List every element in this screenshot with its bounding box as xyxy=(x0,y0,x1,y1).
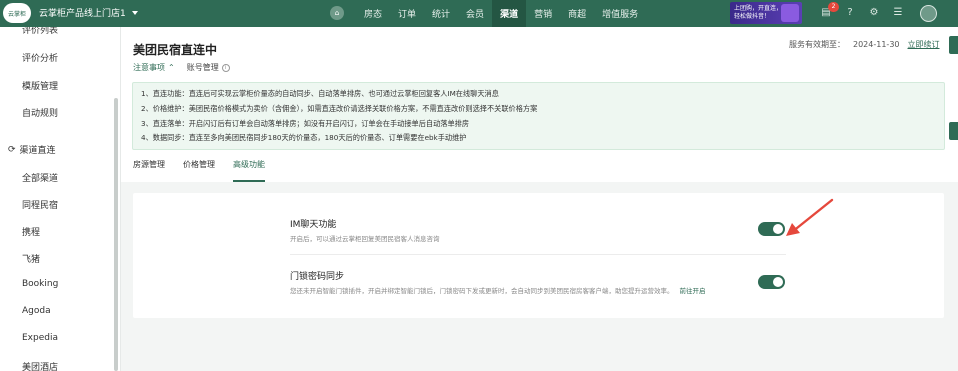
feature-desc-lock: 您还未开启智能门锁插件，开启并绑定智能门锁后，门锁密码下发或更新时，会自动同步到… xyxy=(290,287,674,295)
annotation-arrow-icon xyxy=(786,198,834,236)
tabs: 房源管理 价格管理 高级功能 xyxy=(133,159,283,182)
sidebar-item-agoda[interactable]: Agoda xyxy=(22,306,51,316)
sidebar: 评价列表 评价分析 模版管理 自动规则 ⟳ 渠道直连 全部渠道 同程民宿 携程 … xyxy=(0,27,121,371)
page-title: 美团民宿直连中 xyxy=(133,43,218,57)
promo-banner[interactable]: 上团购，开直连， 轻松做抖音！ xyxy=(730,2,802,24)
nav-item-stats[interactable]: 统计 xyxy=(424,0,458,27)
sidebar-item-auto-rules[interactable]: 自动规则 xyxy=(22,106,58,119)
sidebar-group-label: 渠道直连 xyxy=(19,146,56,156)
nav-item-members[interactable]: 会员 xyxy=(458,0,492,27)
help-icon[interactable]: ? xyxy=(844,7,856,19)
side-widget-tab[interactable] xyxy=(949,36,958,54)
sidebar-item-all-channels[interactable]: 全部渠道 xyxy=(22,171,58,184)
promo-image xyxy=(781,4,799,22)
feature-title-lock: 门锁密码同步 xyxy=(290,272,345,282)
sidebar-item-template-manage[interactable]: 模版管理 xyxy=(22,79,58,92)
side-widget-tab[interactable] xyxy=(949,122,958,140)
tab-price-manage[interactable]: 价格管理 xyxy=(183,159,215,182)
sidebar-item-booking[interactable]: Booking xyxy=(22,279,58,289)
notice-line: 4、数据同步：直连至多向美团民宿同步180天的价量态，180天后的价量态、订单需… xyxy=(141,133,467,143)
expiry-label: 服务有效期至： xyxy=(789,40,845,49)
nav-item-room-status[interactable]: 房态 xyxy=(356,0,390,27)
sub-links: 注意事项 ⌃ 账号管理 i xyxy=(133,62,230,73)
store-switcher[interactable]: 云掌柜产品线上门店1 xyxy=(39,6,138,19)
chevron-down-icon xyxy=(131,10,138,15)
notice-line: 3、直连落单：开启闪订后有订单会自动落单排房；如没有开启闪订，订单会在手动接单后… xyxy=(141,118,470,128)
gear-icon[interactable]: ⚙ xyxy=(868,7,880,19)
sidebar-item-ctrip[interactable]: 携程 xyxy=(22,225,40,238)
enable-lock-link[interactable]: 前往开启 xyxy=(680,287,706,295)
tab-advanced[interactable]: 高级功能 xyxy=(233,159,265,182)
sidebar-item-meituan-hotel[interactable]: 美团酒店 xyxy=(22,360,58,371)
store-name: 云掌柜产品线上门店1 xyxy=(39,9,126,19)
sidebar-item-review-analysis[interactable]: 评价分析 xyxy=(22,51,58,64)
notice-line: 2、价格维护：美团民宿价格模式为卖价（含佣金），如需直连改价请选择关联价格方案，… xyxy=(141,103,538,113)
notice-toggle[interactable]: 注意事项 ⌃ xyxy=(133,62,175,73)
toggle-knob xyxy=(773,277,783,287)
message-badge: 2 xyxy=(828,2,839,12)
nav-item-channels[interactable]: 渠道 xyxy=(492,0,527,27)
top-bar: 云掌柜 云掌柜产品线上门店1 ⌂ 房态 订单 统计 会员 渠道 营销 商超 增值… xyxy=(0,0,958,27)
avatar[interactable] xyxy=(920,5,937,22)
channel-header: 美团民宿直连中 服务有效期至： 2024-11-30 立即续订 注意事项 ⌃ 账号管… xyxy=(121,27,958,182)
sidebar-item-expedia[interactable]: Expedia xyxy=(22,333,58,343)
app-logo[interactable]: 云掌柜 xyxy=(3,3,31,23)
channel-icon: ⟳ xyxy=(8,144,16,155)
feature-desc-lock-wrap: 您还未开启智能门锁插件，开启并绑定智能门锁后，门锁密码下发或更新时，会自动同步到… xyxy=(290,285,706,295)
feature-desc-im: 开启后，可以通过云掌柜回复美团民宿客人消息咨询 xyxy=(290,235,440,243)
sidebar-scrollbar[interactable] xyxy=(114,98,118,371)
expiry-date: 2024-11-30 xyxy=(853,40,900,49)
nav-item-mall[interactable]: 商超 xyxy=(560,0,594,27)
notice-label: 注意事项 xyxy=(133,63,165,72)
tab-listing-manage[interactable]: 房源管理 xyxy=(133,159,165,182)
account-manage-link[interactable]: 账号管理 i xyxy=(187,62,230,73)
notice-box: 1、直连功能：直连后可实现云掌柜价量态的自动同步、自动落单排房、也可通过云掌柜回… xyxy=(132,82,945,150)
info-icon: i xyxy=(221,63,230,72)
home-icon[interactable]: ⌂ xyxy=(330,6,344,20)
notice-line: 1、直连功能：直连后可实现云掌柜价量态的自动同步、自动落单排房、也可通过云掌柜回… xyxy=(141,89,499,98)
sidebar-item-fliggy[interactable]: 飞猪 xyxy=(22,252,40,265)
feature-title-im: IM聊天功能 xyxy=(290,220,337,230)
sidebar-group-channel-direct[interactable]: ⟳ 渠道直连 xyxy=(8,143,56,157)
logo-text: 云掌柜 xyxy=(7,10,26,18)
sidebar-item-tongcheng[interactable]: 同程民宿 xyxy=(22,198,58,211)
nav-item-value-added[interactable]: 增值服务 xyxy=(594,0,646,27)
lock-sync-toggle[interactable] xyxy=(758,275,785,289)
nav-item-marketing[interactable]: 营销 xyxy=(526,0,560,27)
account-label: 账号管理 xyxy=(186,63,219,72)
renew-link[interactable]: 立即续订 xyxy=(908,40,940,49)
chevron-up-icon: ⌃ xyxy=(168,63,175,72)
divider xyxy=(290,254,786,255)
service-expiry: 服务有效期至： 2024-11-30 立即续订 xyxy=(789,39,940,50)
nav-item-orders[interactable]: 订单 xyxy=(390,0,424,27)
main-nav: 房态 订单 统计 会员 渠道 营销 商超 增值服务 xyxy=(356,0,646,27)
menu-icon[interactable]: ☰ xyxy=(892,7,904,19)
sidebar-item-review-list[interactable]: 评价列表 xyxy=(22,27,58,36)
